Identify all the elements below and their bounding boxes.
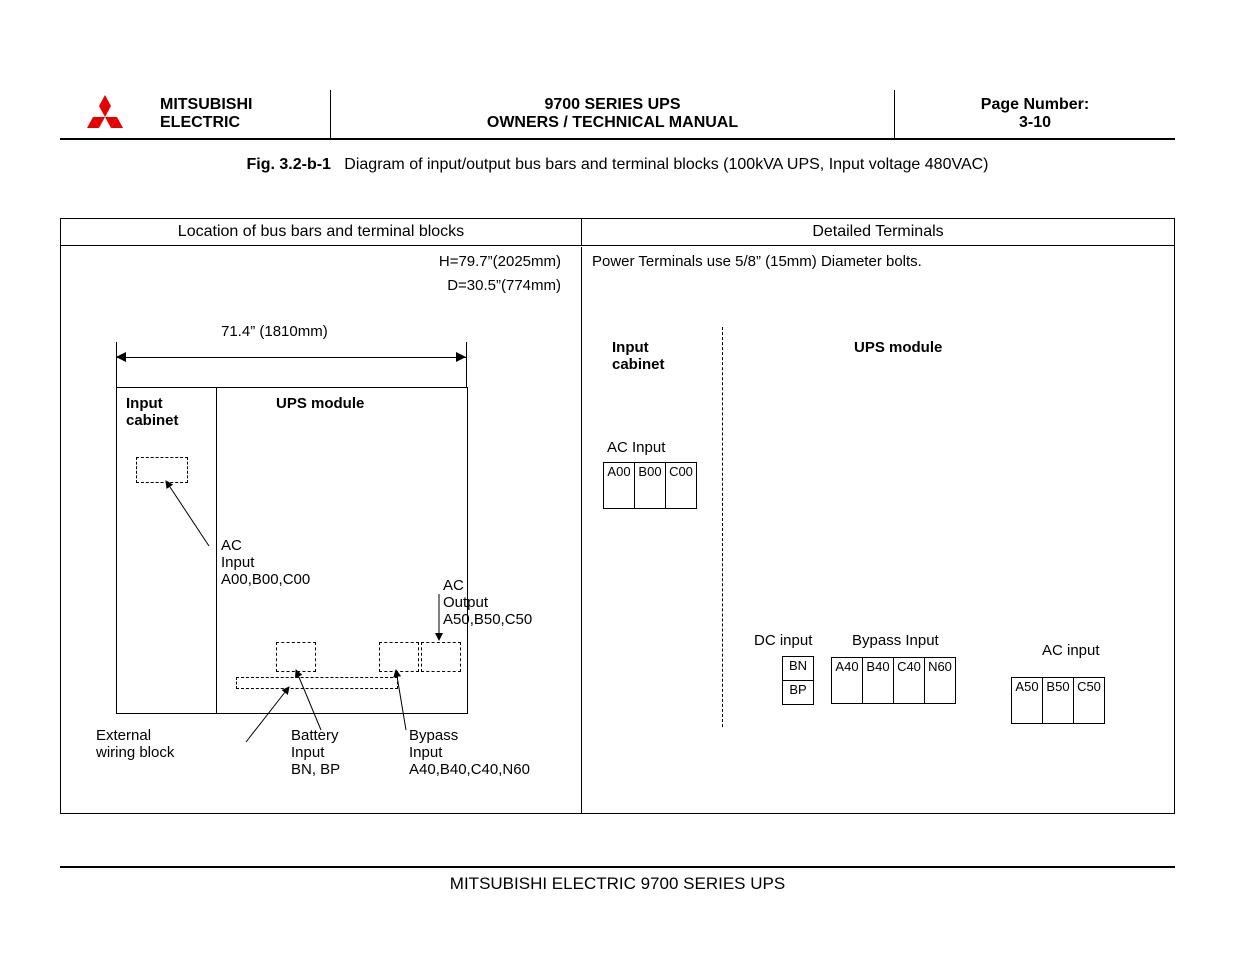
mitsubishi-logo-icon	[83, 95, 127, 133]
bypass-callout: Bypass Input A40,B40,C40,N60	[409, 727, 530, 778]
header: MITSUBISHI ELECTRIC 9700 SERIES UPS OWNE…	[60, 90, 1175, 140]
r-ups-module-label: UPS module	[854, 339, 942, 356]
brand-line1: MITSUBISHI	[160, 96, 320, 114]
column-headers: Location of bus bars and terminal blocks…	[61, 219, 1174, 246]
terminal-b40: B40	[862, 657, 894, 704]
r-bypass-terminals: A40 B40 C40 N60	[832, 657, 956, 704]
diagram-body: H=79.7”(2025mm) D=30.5”(774mm) 71.4” (18…	[61, 247, 1174, 813]
r-input-cabinet-label: Input cabinet	[612, 339, 665, 373]
terminal-n60: N60	[924, 657, 956, 704]
figure-caption-text: Diagram of input/output bus bars and ter…	[344, 156, 988, 173]
terminal-bp: BP	[782, 680, 814, 705]
terminal-c40: C40	[893, 657, 925, 704]
r-dc-input-terminals: BN BP	[782, 657, 814, 705]
title-line1: 9700 SERIES UPS	[341, 96, 884, 114]
right-panel: Power Terminals use 5/8” (15mm) Diameter…	[582, 247, 1174, 813]
terminal-c00: C00	[665, 462, 697, 509]
doc-title: 9700 SERIES UPS OWNERS / TECHNICAL MANUA…	[331, 90, 895, 138]
r-ac-input-right-label: AC input	[1042, 642, 1100, 659]
r-ac-input-label: AC Input	[607, 439, 665, 456]
terminal-b00: B00	[634, 462, 666, 509]
diagram-frame: Location of bus bars and terminal blocks…	[60, 218, 1175, 814]
figure-number: Fig. 3.2-b-1	[247, 156, 331, 173]
page-number-value: 3-10	[905, 114, 1165, 132]
terminal-a40: A40	[831, 657, 863, 704]
ext-wiring-callout: External wiring block	[96, 727, 174, 761]
terminal-bn: BN	[782, 656, 814, 681]
brand: MITSUBISHI ELECTRIC	[150, 90, 331, 138]
logo-cell	[60, 90, 150, 138]
battery-callout: Battery Input BN, BP	[291, 727, 340, 778]
bolt-note: Power Terminals use 5/8” (15mm) Diameter…	[592, 253, 922, 270]
brand-line2: ELECTRIC	[160, 114, 320, 132]
left-panel: H=79.7”(2025mm) D=30.5”(774mm) 71.4” (18…	[61, 247, 581, 813]
col-header-right: Detailed Terminals	[582, 219, 1174, 245]
figure-caption: Fig. 3.2-b-1 Diagram of input/output bus…	[60, 156, 1175, 174]
terminal-a00: A00	[603, 462, 635, 509]
r-ac-input-terminals: A00 B00 C00	[604, 462, 697, 509]
page: MITSUBISHI ELECTRIC 9700 SERIES UPS OWNE…	[60, 90, 1175, 894]
page-number-label: Page Number:	[905, 96, 1165, 114]
footer-text: MITSUBISHI ELECTRIC 9700 SERIES UPS	[450, 874, 785, 893]
footer: MITSUBISHI ELECTRIC 9700 SERIES UPS	[60, 866, 1175, 894]
terminal-b50: B50	[1042, 677, 1074, 724]
r-ac-output-terminals: A50 B50 C50	[1012, 677, 1105, 724]
terminal-c50: C50	[1073, 677, 1105, 724]
terminal-a50: A50	[1011, 677, 1043, 724]
title-line2: OWNERS / TECHNICAL MANUAL	[341, 114, 884, 132]
r-bypass-label: Bypass Input	[852, 632, 939, 649]
r-dc-input-label: DC input	[754, 632, 812, 649]
page-number: Page Number: 3-10	[895, 90, 1175, 138]
ac-input-callout: AC Input A00,B00,C00	[221, 537, 310, 588]
dashed-separator	[722, 327, 723, 727]
callout-arrows	[61, 247, 581, 807]
ac-output-callout: AC Output A50,B50,C50	[443, 577, 532, 628]
col-header-left: Location of bus bars and terminal blocks	[61, 219, 582, 245]
